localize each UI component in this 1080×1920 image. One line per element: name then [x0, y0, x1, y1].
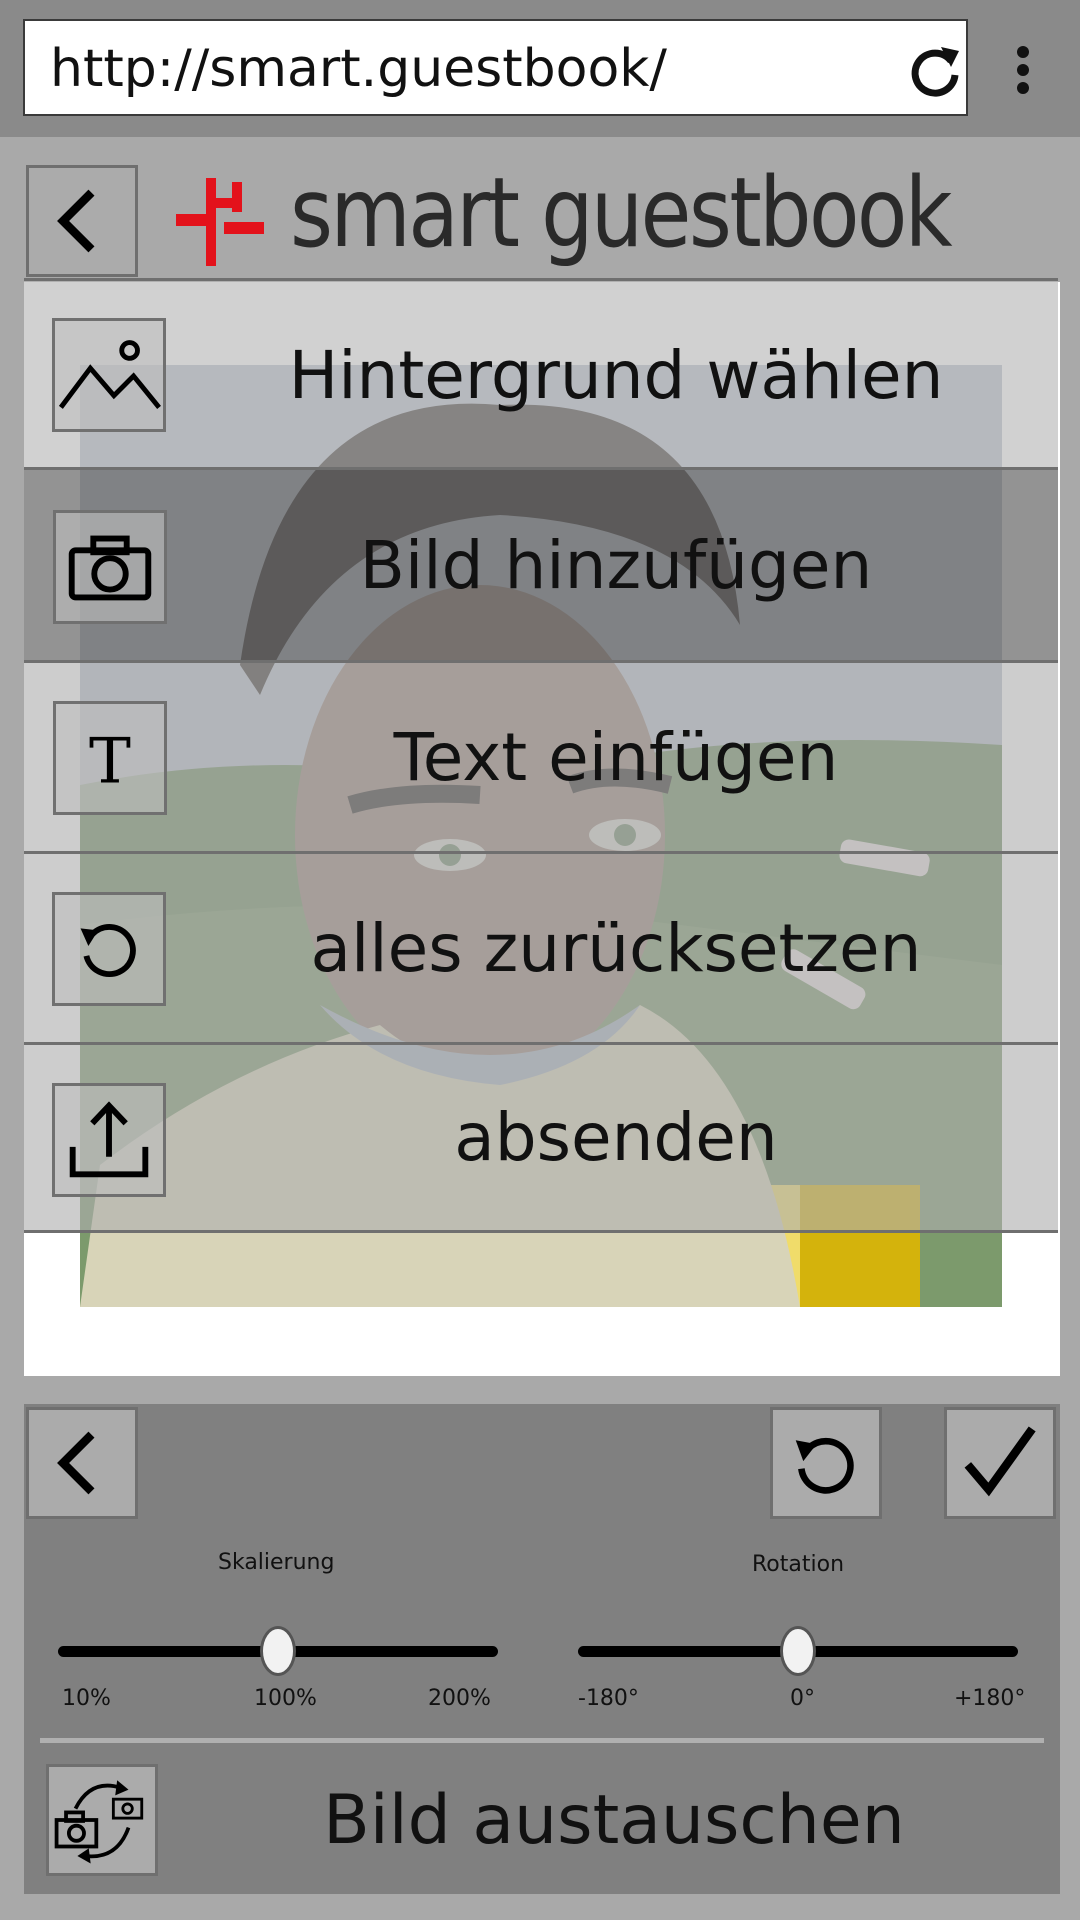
landscape-icon	[52, 318, 166, 432]
scale-max-label: 200%	[428, 1686, 491, 1711]
swap-image-icon[interactable]	[46, 1764, 158, 1876]
menu-item-background[interactable]: Hintergrund wählen	[24, 278, 1058, 470]
url-text: http://smart.guestbook/	[50, 39, 667, 99]
chevron-left-icon	[57, 189, 95, 253]
reset-icon	[52, 892, 166, 1006]
address-bar[interactable]: http://smart.guestbook/	[23, 19, 968, 116]
menu-item-label: Hintergrund wählen	[288, 337, 944, 414]
svg-text:T: T	[89, 725, 131, 798]
rotation-mid-label: 0°	[790, 1686, 815, 1711]
rotation-slider-thumb[interactable]	[780, 1626, 816, 1676]
menu-item-add-image[interactable]: Bild hinzufügen	[24, 467, 1058, 660]
rotation-slider-title: Rotation	[752, 1552, 845, 1577]
logo-icon	[176, 178, 264, 266]
panel-divider	[40, 1738, 1044, 1743]
tools-menu: Hintergrund wählen Bild hinzufügen T Tex…	[24, 278, 1058, 1233]
chevron-left-icon	[57, 1431, 95, 1495]
scale-mid-label: 100%	[254, 1686, 317, 1711]
panel-back-button[interactable]	[26, 1407, 138, 1519]
camera-icon	[53, 510, 167, 624]
menu-item-reset-all[interactable]: alles zurücksetzen	[24, 851, 1058, 1043]
browser-toolbar: http://smart.guestbook/	[0, 0, 1080, 137]
scale-slider-title: Skalierung	[218, 1550, 335, 1575]
menu-item-label: Text einfügen	[393, 719, 839, 796]
brand-name: smart guestbook	[290, 157, 953, 269]
rotation-min-label: -180°	[578, 1686, 639, 1711]
reload-icon[interactable]	[905, 41, 965, 101]
browser-menu-icon[interactable]	[1005, 42, 1041, 98]
scale-slider-thumb[interactable]	[260, 1626, 296, 1676]
undo-icon	[795, 1437, 854, 1494]
confirm-button[interactable]	[944, 1407, 1056, 1519]
menu-item-label: alles zurücksetzen	[310, 910, 922, 987]
menu-item-submit[interactable]: absenden	[24, 1042, 1058, 1233]
swap-image-button[interactable]: Bild austauschen	[174, 1764, 1054, 1876]
edit-panel: Skalierung 10% 100% 200% Rotation -180° …	[24, 1404, 1060, 1894]
menu-item-insert-text[interactable]: T Text einfügen	[24, 660, 1058, 852]
menu-item-label: Bild hinzufügen	[359, 526, 873, 604]
menu-item-label: absenden	[454, 1099, 778, 1176]
scale-min-label: 10%	[62, 1686, 111, 1711]
text-icon: T	[53, 701, 167, 815]
rotation-max-label: +180°	[954, 1686, 1026, 1711]
back-button[interactable]	[26, 165, 138, 277]
upload-icon	[52, 1083, 166, 1197]
checkmark-icon	[964, 1426, 1036, 1497]
undo-button[interactable]	[770, 1407, 882, 1519]
